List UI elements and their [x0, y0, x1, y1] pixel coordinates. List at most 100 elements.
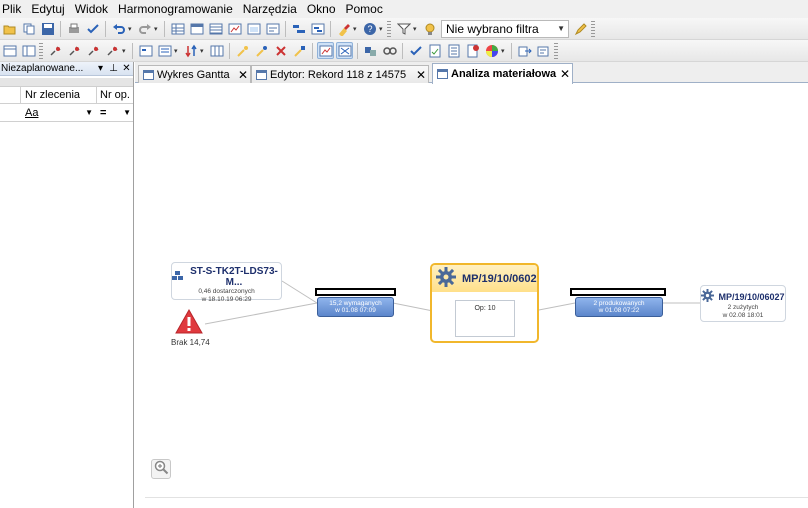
consumer-order-node[interactable]: MP/19/10/06027 2 zużytych w 02.08 18:01	[700, 285, 786, 322]
warning-icon	[175, 308, 203, 337]
canvas-divider	[145, 497, 808, 498]
toolbar-grip[interactable]	[591, 20, 595, 37]
save-icon[interactable]	[39, 20, 56, 37]
layout-icon[interactable]	[137, 42, 154, 59]
consumer-order-title: MP/19/10/06027	[718, 291, 785, 302]
chevron-down-icon[interactable]: ▾	[94, 63, 107, 74]
column-header-order-no[interactable]: Nr zlecenia	[21, 87, 97, 103]
checkmark-icon[interactable]	[84, 20, 101, 37]
group-dropdown-icon[interactable]: ▾	[174, 47, 181, 55]
menu-pomoc[interactable]: Pomoc	[343, 0, 386, 18]
help-icon[interactable]: ?	[361, 20, 378, 37]
menu-okno[interactable]: Okno	[304, 0, 339, 18]
filter-dropdown-icon[interactable]: ▾	[413, 25, 420, 33]
shortage-warning[interactable]: Brak 14,74	[171, 308, 210, 347]
paint-icon[interactable]	[335, 20, 352, 37]
secondary-toolbar: ▾ ▾ ▾ ▾	[0, 40, 808, 62]
list-icon[interactable]	[445, 42, 462, 59]
material-analysis-canvas[interactable]: ST-S-TK2T-LDS73-M... 0,46 dostarczonych …	[135, 83, 808, 508]
grid-view-icon[interactable]	[169, 20, 186, 37]
tab-material-analysis[interactable]: Analiza materiałowa ✕	[432, 63, 573, 84]
unschedule-icon[interactable]	[272, 42, 289, 59]
op-no-filter[interactable]: = ▼	[97, 104, 133, 121]
calendar-view-icon[interactable]	[188, 20, 205, 37]
filter-icon[interactable]	[395, 20, 412, 37]
dependency-graph-icon[interactable]	[336, 42, 353, 59]
export-icon[interactable]	[516, 42, 533, 59]
svg-text:?: ?	[367, 24, 372, 34]
color-wheel-icon[interactable]	[483, 42, 500, 59]
schedule-icon[interactable]	[309, 20, 326, 37]
tab-strip: Wykres Gantta ✕ Edytor: Rekord 118 z 145…	[135, 62, 808, 84]
zoom-fit-icon[interactable]	[85, 42, 102, 59]
column-header-op-no[interactable]: Nr op.	[97, 87, 133, 103]
schedule-forward-icon[interactable]	[234, 42, 251, 59]
close-icon[interactable]: ✕	[558, 67, 572, 81]
close-icon[interactable]: ✕	[120, 63, 133, 74]
zoom-reset-icon[interactable]	[104, 42, 121, 59]
undo-dropdown-icon[interactable]: ▾	[128, 25, 135, 33]
toolbar-separator	[511, 42, 512, 59]
columns-icon[interactable]	[208, 42, 225, 59]
row-indicator-header	[0, 87, 21, 103]
redo-icon[interactable]	[136, 20, 153, 37]
material-source-node[interactable]: ST-S-TK2T-LDS73-M... 0,46 dostarczonych …	[171, 262, 282, 303]
document-question-icon[interactable]	[464, 42, 481, 59]
zoom-out-time-icon[interactable]	[66, 42, 83, 59]
paint-dropdown-icon[interactable]: ▾	[353, 25, 360, 33]
sort-dropdown-icon[interactable]: ▾	[200, 47, 207, 55]
zoom-in-time-icon[interactable]	[47, 42, 64, 59]
pin-icon[interactable]: ⊥	[107, 63, 120, 74]
close-icon[interactable]: ✕	[414, 68, 428, 82]
report-icon[interactable]	[426, 42, 443, 59]
material-analysis-icon[interactable]	[317, 42, 334, 59]
menu-narzedzia[interactable]: Narzędzia	[240, 0, 300, 18]
menu-widok[interactable]: Widok	[72, 0, 111, 18]
window-view-icon[interactable]	[245, 20, 262, 37]
filter-select[interactable]: Nie wybrano filtra ▼	[441, 19, 569, 38]
form-view-icon[interactable]	[264, 20, 281, 37]
redo-dropdown-icon[interactable]: ▾	[154, 25, 161, 33]
panel-filter-bar[interactable]	[0, 78, 133, 87]
operation-step[interactable]: Op: 10	[455, 300, 515, 337]
zoom-dropdown-icon[interactable]: ▾	[122, 47, 129, 55]
menu-plik[interactable]: Plik	[0, 0, 24, 18]
link-icon[interactable]	[381, 42, 398, 59]
toolbar-separator	[357, 42, 358, 59]
chart-view-icon[interactable]	[226, 20, 243, 37]
table-view-icon[interactable]	[207, 20, 224, 37]
undo-icon[interactable]	[110, 20, 127, 37]
close-icon[interactable]: ✕	[236, 68, 250, 82]
toolbar-grip[interactable]	[39, 42, 43, 59]
tab-editor[interactable]: Edytor: Rekord 118 z 14575 ✕	[251, 65, 429, 83]
open-folder-icon[interactable]	[1, 20, 18, 37]
editor-tab-icon	[256, 69, 267, 80]
operation-node[interactable]: MP/19/10/06028 Op: 10	[430, 263, 539, 343]
validate-icon[interactable]	[407, 42, 424, 59]
supply-bar[interactable]: 2 produkowanych w 01.08 07:22	[575, 297, 663, 317]
schedule-backward-icon[interactable]	[253, 42, 270, 59]
toolbar-separator	[60, 20, 61, 37]
toolbar-grip[interactable]	[387, 20, 391, 37]
toolbar-grip[interactable]	[554, 42, 558, 59]
tab-gantt-chart[interactable]: Wykres Gantta ✕	[138, 65, 251, 83]
edit-filter-icon[interactable]	[572, 20, 589, 37]
sort-icon[interactable]	[182, 42, 199, 59]
print-icon[interactable]	[65, 20, 82, 37]
copy-icon[interactable]	[20, 20, 37, 37]
resources-icon[interactable]	[362, 42, 379, 59]
menu-harmonogramowanie[interactable]: Harmonogramowanie	[115, 0, 236, 18]
menu-edytuj[interactable]: Edytuj	[28, 0, 67, 18]
color-dropdown-icon[interactable]: ▾	[501, 47, 508, 55]
split-view-icon[interactable]	[20, 42, 37, 59]
help-dropdown-icon[interactable]: ▾	[379, 25, 386, 33]
gantt-icon[interactable]	[290, 20, 307, 37]
filter-lightbulb-icon[interactable]	[421, 20, 438, 37]
group-icon[interactable]	[156, 42, 173, 59]
order-no-filter[interactable]: Aa ▼	[21, 104, 97, 121]
panel-toggle-icon[interactable]	[1, 42, 18, 59]
move-icon[interactable]	[291, 42, 308, 59]
zoom-in-button[interactable]	[151, 459, 171, 479]
settings-icon[interactable]	[535, 42, 552, 59]
demand-bar[interactable]: 15,2 wymaganych w 01.08 07:09	[317, 297, 394, 317]
